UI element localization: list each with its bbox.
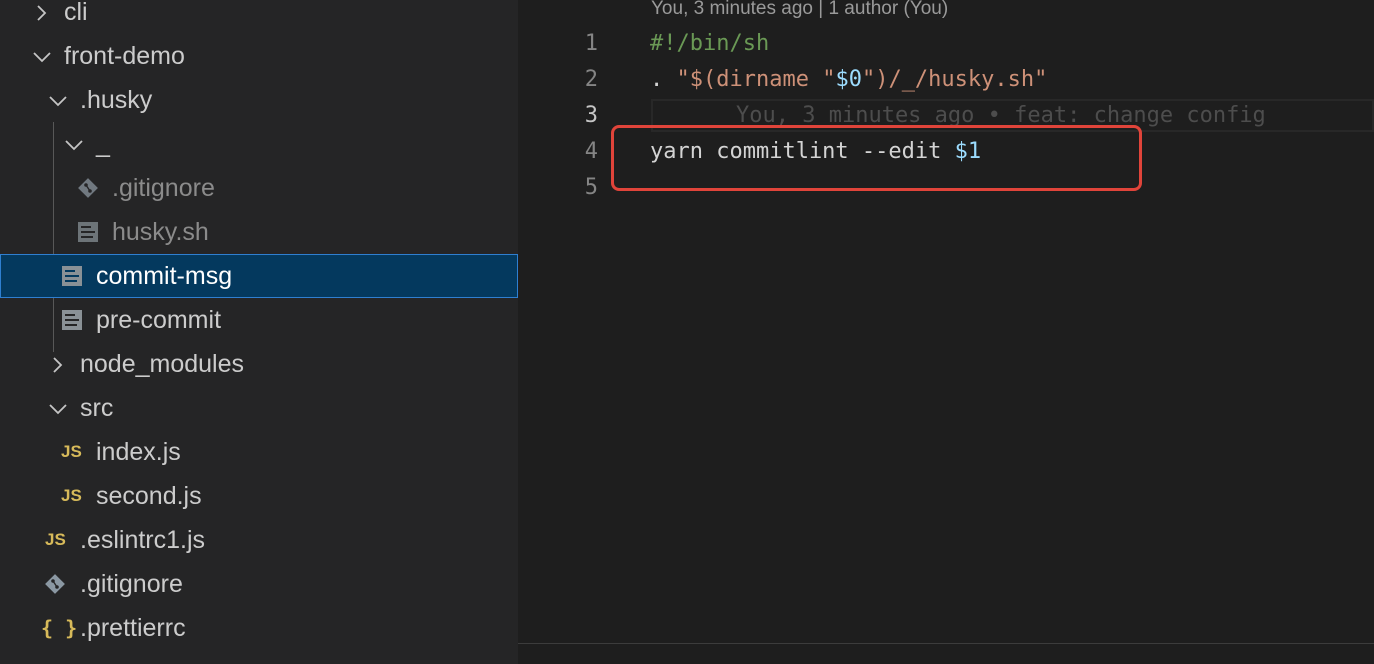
shebang-comment: #!/bin/sh bbox=[650, 31, 770, 56]
git-icon bbox=[78, 178, 98, 198]
highlight-annotation-box bbox=[611, 125, 1142, 191]
source-dot: . bbox=[650, 67, 677, 92]
file-lines-icon bbox=[78, 222, 98, 242]
code-line-1[interactable]: #!/bin/sh bbox=[650, 26, 769, 62]
js-icon: JS bbox=[45, 530, 66, 549]
line-number: 4 bbox=[584, 139, 598, 164]
tree-item-commit-msg[interactable]: commit-msg bbox=[0, 254, 518, 298]
explorer-sidebar: cli front-demo .husky _ .gitignore husky… bbox=[0, 0, 518, 664]
line-number: 2 bbox=[584, 67, 598, 92]
tree-item-front-demo[interactable]: front-demo bbox=[0, 34, 518, 78]
tree-item-label: commit-msg bbox=[96, 262, 233, 290]
tree-item-pre-commit[interactable]: pre-commit bbox=[0, 298, 518, 342]
js-icon: JS bbox=[61, 442, 82, 461]
tree-item-label: .gitignore bbox=[80, 570, 183, 598]
panel-divider bbox=[518, 643, 1374, 644]
tree-item-label: .gitignore bbox=[112, 174, 215, 202]
tree-item-index-js[interactable]: JS index.js bbox=[0, 430, 518, 474]
git-icon bbox=[45, 574, 65, 594]
file-lines-icon bbox=[62, 266, 82, 286]
chevron-down-icon bbox=[49, 404, 67, 415]
tree-item-gitignore-husky[interactable]: .gitignore bbox=[0, 166, 518, 210]
tree-item-gitignore[interactable]: .gitignore bbox=[0, 562, 518, 606]
tree-item-node-modules[interactable]: node_modules bbox=[0, 342, 518, 386]
tree-item-husky-sh[interactable]: husky.sh bbox=[0, 210, 518, 254]
tree-item-cli[interactable]: cli bbox=[0, 0, 518, 34]
tree-item-label: .prettierrc bbox=[80, 614, 186, 642]
tree-item-label: front-demo bbox=[64, 42, 185, 70]
chevron-right-icon bbox=[37, 5, 47, 21]
tree-item-label: index.js bbox=[96, 438, 181, 466]
code-editor[interactable]: You, 3 minutes ago | 1 author (You) 1 2 … bbox=[518, 0, 1374, 664]
tree-item-label: _ bbox=[96, 130, 110, 158]
blame-header[interactable]: You, 3 minutes ago | 1 author (You) bbox=[651, 0, 948, 20]
tree-item-underscore-folder[interactable]: _ bbox=[0, 122, 518, 166]
string-literal: "$(dirname " bbox=[676, 67, 836, 92]
tree-item-label: cli bbox=[64, 0, 88, 26]
tree-item-label: node_modules bbox=[80, 350, 245, 378]
chevron-down-icon bbox=[65, 140, 83, 151]
chevron-down-icon bbox=[33, 52, 51, 63]
tree-item-prettierrc[interactable]: { } .prettierrc bbox=[0, 606, 518, 650]
tree-item-label: second.js bbox=[96, 482, 202, 510]
line-number-current: 3 bbox=[584, 103, 598, 128]
tree-item-label: src bbox=[80, 394, 114, 422]
json-braces-icon: { } bbox=[41, 616, 78, 640]
line-number: 1 bbox=[584, 31, 598, 56]
line-number: 5 bbox=[584, 175, 598, 200]
js-icon: JS bbox=[61, 486, 82, 505]
tree-item-label: pre-commit bbox=[96, 306, 222, 334]
tree-item-eslintrc1-js[interactable]: JS .eslintrc1.js bbox=[0, 518, 518, 562]
file-lines-icon bbox=[62, 310, 82, 330]
tree-item-second-js[interactable]: JS second.js bbox=[0, 474, 518, 518]
tree-item-label: .eslintrc1.js bbox=[80, 526, 206, 554]
chevron-down-icon bbox=[49, 96, 67, 107]
tree-item-label: .husky bbox=[80, 86, 153, 114]
tree-item-label: husky.sh bbox=[112, 218, 209, 246]
code-line-2[interactable]: . "$(dirname "$0")/_/husky.sh" bbox=[650, 62, 1047, 98]
tree-item-husky-folder[interactable]: .husky bbox=[0, 78, 518, 122]
chevron-right-icon bbox=[53, 357, 63, 373]
variable: $0 bbox=[835, 67, 862, 92]
string-literal: ")/_/husky.sh" bbox=[861, 67, 1048, 92]
tree-item-src[interactable]: src bbox=[0, 386, 518, 430]
